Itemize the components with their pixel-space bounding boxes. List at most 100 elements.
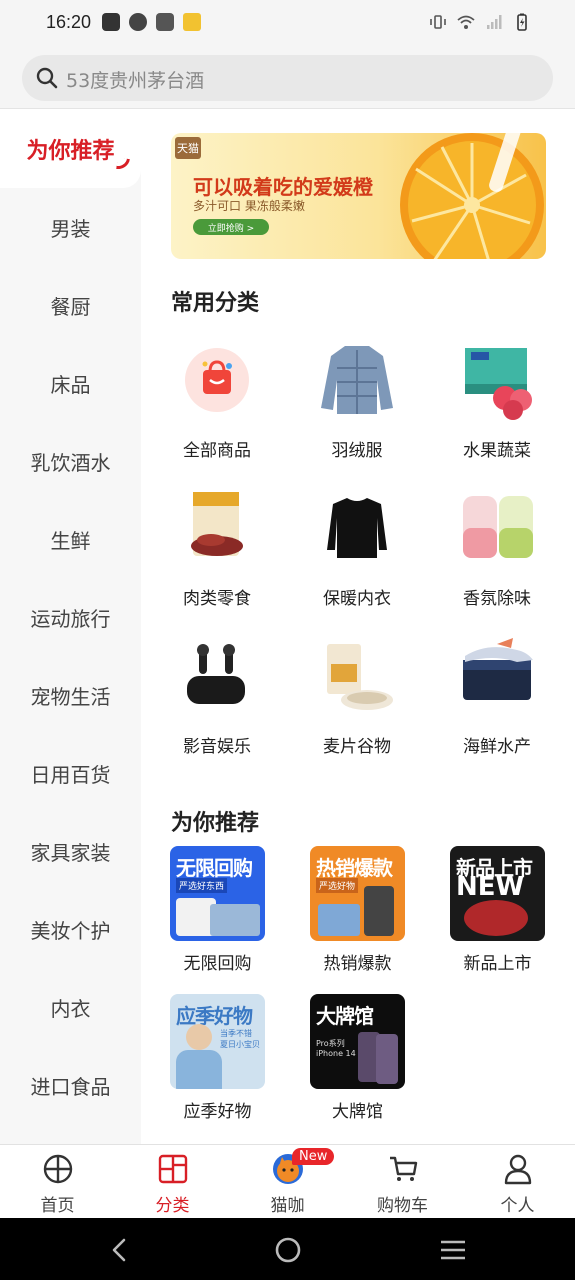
card-headline: 大牌馆 [316, 1004, 374, 1028]
sidebar-item-label: 生鲜 [50, 528, 91, 553]
card-tag: 当季不错 夏日小宝贝 [220, 1029, 260, 1049]
recommend-item[interactable]: 无限回购 严选好东西 无限回购 [170, 846, 290, 976]
fragrance-jars-image [455, 486, 539, 570]
category-item[interactable]: 水果蔬菜 [437, 338, 557, 468]
card-headline: 无限回购 [176, 856, 253, 880]
cart-icon [390, 1156, 418, 1181]
search-bar-container: 53度贵州茅台酒 [0, 48, 575, 109]
new-badge: New [292, 1148, 335, 1165]
profile-icon [504, 1154, 532, 1185]
category-item[interactable]: 肉类零食 [157, 486, 277, 616]
wifi-icon [457, 15, 475, 29]
sidebar-item-label: 进口食品 [30, 1074, 111, 1099]
sidebar-item-beauty[interactable]: 美妆个护 [0, 890, 141, 968]
promo-banner[interactable]: 天猫 可以吸着吃的爱媛橙 多汁可口 果冻般柔嫩 立即抢购 > [171, 133, 546, 259]
recommend-label: 无限回购 [183, 954, 252, 974]
search-input[interactable]: 53度贵州茅台酒 [22, 55, 553, 101]
category-label: 保暖内衣 [323, 589, 391, 609]
category-item[interactable]: 影音娱乐 [157, 634, 277, 764]
app-icon [156, 13, 174, 31]
orange-image [400, 133, 544, 259]
bottom-tab-bar: 首页 分类 New 猫咖 购物车 个人 [0, 1144, 575, 1218]
tab-label: 分类 [155, 1196, 190, 1216]
sidebar-item-label: 日用百货 [30, 762, 111, 787]
category-item[interactable]: 海鲜水产 [437, 634, 557, 764]
home-icon [43, 1154, 73, 1184]
tab-label: 猫咖 [270, 1196, 305, 1216]
recommend-item[interactable]: 应季好物 当季不错 夏日小宝贝 应季好物 [170, 994, 290, 1124]
sidebar-item-label: 运动旅行 [30, 606, 111, 631]
category-item[interactable]: 羽绒服 [297, 338, 417, 468]
system-icons [429, 13, 531, 31]
sidebar-item-sports[interactable]: 运动旅行 [0, 578, 141, 656]
card-tag: 严选好物 [316, 878, 359, 893]
seafood-image [455, 634, 539, 718]
battery-icon [517, 13, 527, 31]
recommend-title: 为你推荐 [171, 811, 260, 836]
sidebar-item-recommend[interactable]: 为你推荐 [0, 110, 141, 188]
category-item[interactable]: 全部商品 [157, 338, 277, 468]
category-item[interactable]: 麦片谷物 [297, 634, 417, 764]
status-time: 16:20 [46, 12, 92, 32]
banner-buy-button[interactable]: 立即抢购 > [193, 219, 269, 235]
tab-label: 购物车 [377, 1196, 428, 1216]
tab-category[interactable]: 分类 [115, 1145, 230, 1219]
tab-profile[interactable]: 个人 [460, 1145, 575, 1219]
system-navigation-bar [0, 1218, 575, 1280]
sidebar-item-menswear[interactable]: 男装 [0, 188, 141, 266]
sidebar-item-imported[interactable]: 进口食品 [0, 1046, 141, 1124]
recommend-label: 新品上市 [463, 954, 532, 974]
card-tag: NEW [456, 872, 525, 902]
category-icon [158, 1154, 188, 1184]
recommend-card-image: 应季好物 当季不错 夏日小宝贝 [170, 994, 265, 1089]
sidebar-item-label: 内衣 [50, 996, 91, 1021]
sidebar-item-pets[interactable]: 宠物生活 [0, 656, 141, 734]
category-label: 香氛除味 [463, 589, 531, 609]
tab-cat-cafe[interactable]: New 猫咖 [230, 1145, 345, 1219]
banner-subtitle: 多汁可口 果冻般柔嫩 [193, 199, 305, 213]
jerky-snack-image [175, 486, 259, 570]
signal-icon [487, 15, 502, 29]
category-item[interactable]: 保暖内衣 [297, 486, 417, 616]
sidebar-item-furniture[interactable]: 家具家装 [0, 812, 141, 890]
sidebar-item-underwear[interactable]: 内衣 [0, 968, 141, 1046]
sidebar-item-label: 男装 [50, 216, 91, 241]
category-sidebar: 为你推荐 男装 餐厨 床品 乳饮酒水 生鲜 运动旅行 宠物生活 日用百货 家具家… [0, 110, 141, 1144]
card-headline: 热销爆款 [316, 856, 393, 880]
category-item[interactable]: 香氛除味 [437, 486, 557, 616]
sidebar-item-kitchen[interactable]: 餐厨 [0, 266, 141, 344]
category-label: 麦片谷物 [323, 737, 391, 757]
sidebar-item-label: 为你推荐 [26, 139, 115, 164]
sidebar-item-bedding[interactable]: 床品 [0, 344, 141, 422]
main-content: 天猫 可以吸着吃的爱媛橙 多汁可口 果冻般柔嫩 立即抢购 > 常用分类 全部商品… [141, 110, 575, 1144]
sidebar-item-fresh[interactable]: 生鲜 [0, 500, 141, 578]
recommend-item[interactable]: 大牌馆 Pro系列 iPhone 14 大牌馆 [310, 994, 430, 1124]
menu-icon[interactable] [439, 1236, 467, 1264]
screen: 16:20 53度贵州茅台酒 为你推荐 男装 餐厨 床品 乳饮酒水 生鲜 运动旅… [0, 0, 575, 1280]
vibrate-icon [430, 15, 446, 29]
sidebar-item-label: 餐厨 [50, 294, 91, 319]
back-icon[interactable] [106, 1236, 134, 1264]
sidebar-item-drinks[interactable]: 乳饮酒水 [0, 422, 141, 500]
tab-cart[interactable]: 购物车 [345, 1145, 460, 1219]
recommend-item[interactable]: 新品上市 NEW 新品上市 [450, 846, 570, 976]
earbuds-image [175, 634, 259, 718]
shopping-bag-icon [175, 338, 259, 422]
recommend-card-image: 热销爆款 严选好物 [310, 846, 405, 941]
sidebar-item-label: 家具家装 [30, 840, 111, 865]
recommend-item[interactable]: 热销爆款 严选好物 热销爆款 [310, 846, 430, 976]
tab-label: 首页 [40, 1196, 75, 1216]
home-circle-icon[interactable] [274, 1236, 302, 1264]
recommend-card-image: 大牌馆 Pro系列 iPhone 14 [310, 994, 405, 1089]
tab-label: 个人 [500, 1196, 535, 1216]
recommend-label: 大牌馆 [332, 1102, 383, 1122]
category-label: 全部商品 [183, 441, 251, 461]
card-headline: 应季好物 [176, 1004, 253, 1028]
sidebar-item-daily[interactable]: 日用百货 [0, 734, 141, 812]
fruit-box-image [455, 338, 539, 422]
recommend-card-image: 无限回购 严选好东西 [170, 846, 265, 941]
recommend-label: 应季好物 [183, 1102, 252, 1122]
cereal-image [315, 634, 399, 718]
tab-home[interactable]: 首页 [0, 1145, 115, 1219]
notification-icons [102, 13, 201, 31]
